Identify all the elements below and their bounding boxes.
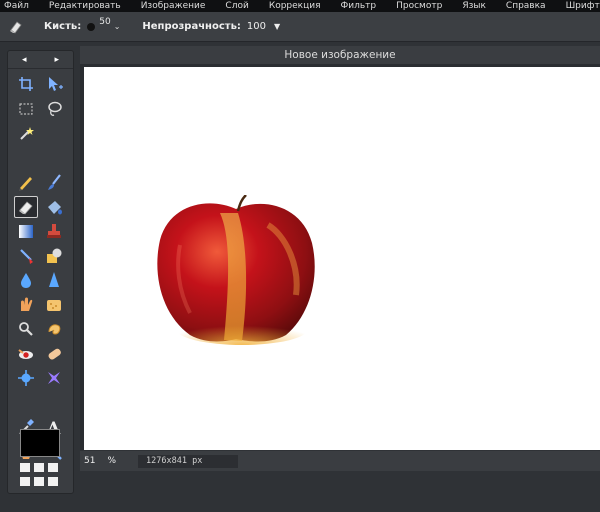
brush-tool-icon[interactable] [42,171,66,193]
magic-wand-tool-icon[interactable] [14,122,38,144]
drawing-tool-icon[interactable] [42,245,66,267]
nav-right-icon[interactable]: ▸ [54,55,59,65]
empty-slot [42,122,66,144]
panel-nav: ◂ ▸ [8,51,73,69]
marquee-tool-icon[interactable] [14,98,38,120]
pinch-tool-icon[interactable] [42,367,66,389]
spot-heal-tool-icon[interactable] [42,343,66,365]
chevron-down-icon: ⌄ [113,21,121,31]
status-bar: 51 % 1276x841 px [80,451,600,471]
menu-item[interactable]: Просмотр [386,0,452,12]
sponge-tool-icon[interactable] [42,294,66,316]
opacity-input[interactable]: 100 [247,21,266,32]
menu-item[interactable]: Изображение [131,0,216,12]
menu-item[interactable]: Слой [215,0,258,12]
crop-tool-icon[interactable] [14,73,38,95]
eraser-tool-icon[interactable] [14,195,38,218]
brush-preview[interactable] [87,22,96,31]
document-size: 1276x841 px [138,454,239,468]
opacity-dropdown-icon[interactable]: ▼ [274,22,280,31]
canvas-area [80,64,600,450]
eraser-icon [8,19,24,35]
clone-stamp-tool-icon[interactable] [42,220,66,242]
brush-label: Кисть: [44,21,82,32]
blur-tool-icon[interactable] [14,269,38,291]
options-bar: Кисть: 50 ⌄ Непрозрачность: 100 ▼ [0,12,600,42]
dodge-tool-icon[interactable] [14,318,38,340]
burn-tool-icon[interactable] [42,318,66,340]
red-eye-tool-icon[interactable] [14,343,38,365]
gradient-tool-icon[interactable] [14,220,38,242]
brush-size-value: 50 [99,16,111,27]
image-canvas[interactable] [84,67,600,450]
zoom-input[interactable]: 51 [84,456,95,466]
tools-panel: ◂ ▸ A [7,50,74,494]
menu-item[interactable]: Фильтр [331,0,387,12]
foreground-color-swatch[interactable] [20,429,60,457]
opacity-label: Непрозрачность: [142,21,241,32]
sharpen-tool-icon[interactable] [42,269,66,291]
menu-item[interactable]: Коррекция [259,0,331,12]
bloat-tool-icon[interactable] [14,367,38,389]
nav-left-icon[interactable]: ◂ [22,55,27,65]
tool-grid: A [14,73,70,465]
document-title: Новое изображение [80,46,600,64]
menu-bar: Файл Редактировать Изображение Слой Коррекци… [0,0,600,12]
color-replace-tool-icon[interactable] [14,245,38,267]
menu-item[interactable]: Файл [0,0,39,12]
smudge-tool-icon[interactable] [14,294,38,316]
grid-layout-icon[interactable] [20,463,60,487]
tool-separator [14,147,70,157]
move-tool-icon[interactable] [42,73,66,95]
brush-size-stepper[interactable]: ⌄ [113,21,121,31]
menu-item[interactable]: Справка [496,0,556,12]
menu-item[interactable]: Язык [452,0,496,12]
menu-item[interactable]: Шрифт [556,0,600,12]
pencil-tool-icon[interactable] [14,171,38,193]
menu-item[interactable]: Редактировать [39,0,131,12]
tool-separator [14,392,70,402]
lasso-tool-icon[interactable] [42,98,66,120]
apple-image [157,195,315,345]
fill-tool-icon[interactable] [42,196,66,218]
zoom-unit: % [107,456,117,466]
